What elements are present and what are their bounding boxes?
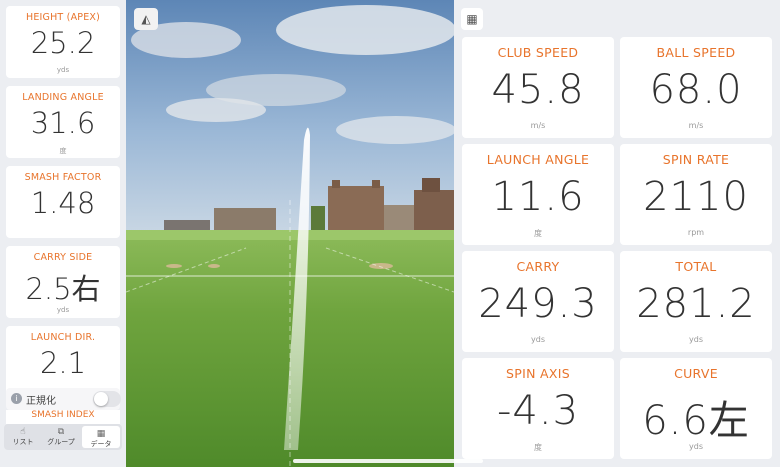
- metric-label: CARRY: [516, 259, 560, 274]
- metric-card-ball-speed[interactable]: BALL SPEED 68.0 m/s: [620, 37, 772, 138]
- list-icon: ☝: [20, 427, 26, 437]
- metric-value: 2.5右: [25, 272, 101, 306]
- metric-unit: rpm: [687, 228, 705, 237]
- data-icon: ▦: [96, 429, 106, 439]
- metric-value: 31.6: [30, 106, 96, 140]
- tab-label: グループ: [47, 438, 75, 446]
- metric-unit: m/s: [530, 121, 546, 130]
- metric-label: CURVE: [674, 366, 718, 381]
- tab-data[interactable]: ▦ データ: [82, 426, 120, 448]
- metric-value: -4.3: [496, 388, 580, 434]
- metric-label: LAUNCH ANGLE: [486, 152, 590, 167]
- metric-value: 2110: [643, 174, 749, 220]
- metric-value: 2.1: [39, 346, 87, 380]
- metric-label: SPIN RATE: [662, 152, 730, 167]
- normalize-row: i 正規化: [6, 388, 121, 410]
- golf-course-scene: [126, 0, 454, 467]
- metric-card-launch-angle[interactable]: LAUNCH ANGLE 11.6 度: [462, 144, 614, 245]
- metric-unit: yds: [56, 66, 70, 74]
- metric-label: SMASH INDEX: [31, 410, 95, 420]
- metric-card-carry-side[interactable]: CARRY SIDE 2.5右 yds: [6, 246, 120, 318]
- tab-list[interactable]: ☝ リスト: [4, 424, 42, 450]
- metric-card-spin-axis[interactable]: SPIN AXIS -4.3 度: [462, 358, 614, 459]
- metric-label: CLUB SPEED: [497, 45, 579, 60]
- metric-card-curve[interactable]: CURVE 6.6左 yds: [620, 358, 772, 459]
- info-icon[interactable]: i: [11, 393, 22, 404]
- layout-grid-icon[interactable]: ▦: [461, 8, 483, 30]
- metric-label: LAUNCH DIR.: [30, 332, 96, 343]
- metric-value: 45.8: [491, 67, 585, 113]
- right-metrics-grid: ▦ CLUB SPEED 45.8 m/s BALL SPEED 68.0 m/…: [454, 0, 780, 467]
- measure-icon[interactable]: ◭: [134, 8, 158, 30]
- metric-unit: yds: [689, 335, 703, 344]
- metric-card-carry[interactable]: CARRY 249.3 yds: [462, 251, 614, 352]
- tab-group[interactable]: ⧉ グループ: [42, 424, 80, 450]
- metric-card-smash-factor[interactable]: SMASH FACTOR 1.48: [6, 166, 120, 238]
- metric-label: BALL SPEED: [656, 45, 736, 60]
- toggle-knob: [94, 392, 108, 406]
- metric-value: 11.6: [491, 174, 585, 220]
- metric-value: 281.2: [636, 281, 756, 327]
- metric-unit: yds: [56, 306, 70, 314]
- metric-card-height-apex[interactable]: HEIGHT (APEX) 25.2 yds: [6, 6, 120, 78]
- metric-unit: 度: [59, 147, 67, 155]
- metric-label: TOTAL: [675, 259, 717, 274]
- metric-card-spin-rate[interactable]: SPIN RATE 2110 rpm: [620, 144, 772, 245]
- metric-label: SMASH FACTOR: [24, 172, 102, 183]
- group-icon: ⧉: [57, 427, 65, 437]
- metric-card-club-speed[interactable]: CLUB SPEED 45.8 m/s: [462, 37, 614, 138]
- metric-label: HEIGHT (APEX): [25, 12, 101, 23]
- metric-unit: m/s: [688, 121, 704, 130]
- metric-label: LANDING ANGLE: [22, 92, 104, 103]
- tab-label: データ: [90, 440, 112, 448]
- normalize-toggle[interactable]: [93, 391, 121, 407]
- metric-card-landing-angle[interactable]: LANDING ANGLE 31.6 度: [6, 86, 120, 158]
- metric-card-smash-index[interactable]: SMASH INDEX: [6, 410, 120, 424]
- tab-label: リスト: [12, 438, 34, 446]
- metric-unit: 度: [534, 443, 542, 452]
- metric-label: CARRY SIDE: [33, 252, 93, 263]
- home-indicator[interactable]: [293, 459, 483, 463]
- metric-value: 6.6左: [642, 398, 750, 444]
- metric-value: 25.2: [30, 26, 96, 60]
- normalize-label: 正規化: [26, 396, 56, 407]
- metric-unit: 度: [534, 229, 542, 238]
- metric-value: 249.3: [478, 281, 598, 327]
- metric-unit: yds: [689, 442, 703, 451]
- shot-tracer-view[interactable]: ◭: [126, 0, 454, 467]
- metric-card-total[interactable]: TOTAL 281.2 yds: [620, 251, 772, 352]
- metric-value: 1.48: [30, 186, 96, 220]
- metric-value: 68.0: [649, 67, 743, 113]
- left-metrics-column: HEIGHT (APEX) 25.2 yds LANDING ANGLE 31.…: [0, 0, 126, 467]
- metric-unit: yds: [531, 335, 545, 344]
- bottom-tab-bar: ☝ リスト ⧉ グループ ▦ データ: [4, 424, 122, 450]
- metric-label: SPIN AXIS: [506, 366, 570, 381]
